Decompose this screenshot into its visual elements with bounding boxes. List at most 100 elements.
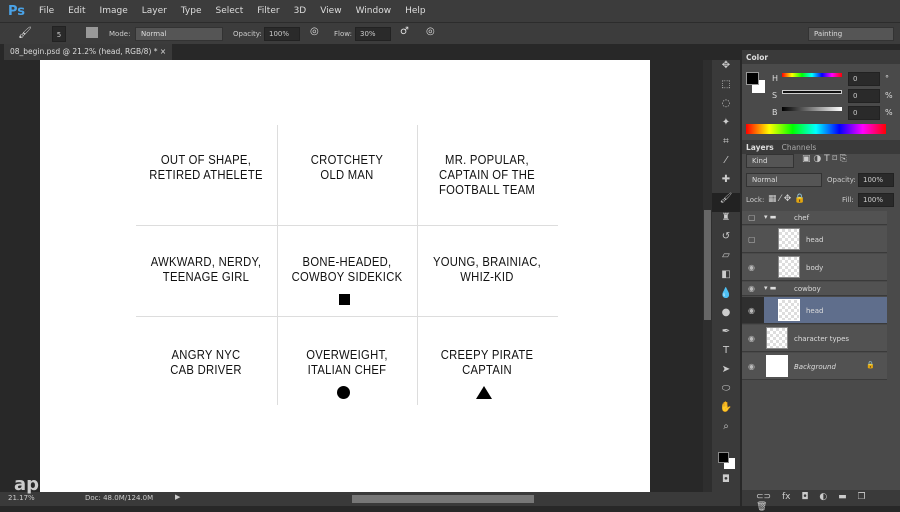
airbrush-icon[interactable]: ♂ bbox=[400, 26, 409, 37]
menu-file[interactable]: File bbox=[39, 6, 54, 16]
blend-mode-select[interactable]: Normal bbox=[746, 173, 822, 187]
lock-icons[interactable]: ▦ ⁄ ✥ 🔒 bbox=[768, 194, 805, 204]
visibility-off-icon[interactable]: ▢ bbox=[748, 213, 756, 222]
h-unit: ° bbox=[885, 74, 889, 83]
cell-football: MR. POPULAR, CAPTAIN OF THE FOOTBALL TEAM bbox=[424, 153, 550, 198]
tab-channels[interactable]: Channels bbox=[782, 143, 817, 152]
menu-image[interactable]: Image bbox=[100, 6, 128, 16]
s-field[interactable]: 0 bbox=[848, 89, 880, 103]
lasso-tool-icon[interactable]: ◌ bbox=[712, 98, 740, 117]
status-menu-arrow-icon[interactable]: ▶ bbox=[175, 493, 180, 501]
s-unit: % bbox=[885, 91, 893, 100]
eraser-tool-icon[interactable]: ▱ bbox=[712, 250, 740, 269]
menu-help[interactable]: Help bbox=[405, 6, 426, 16]
triangle-shape bbox=[476, 386, 492, 399]
pen-tool-icon[interactable]: ✒ bbox=[712, 326, 740, 345]
fill-field[interactable]: 100% bbox=[858, 193, 894, 207]
move-tool-icon[interactable]: ✥ bbox=[712, 60, 740, 79]
cell-text: CREEPY PIRATE bbox=[440, 348, 534, 362]
mask-icon[interactable]: ◘ bbox=[801, 492, 808, 502]
menu-layer[interactable]: Layer bbox=[142, 6, 167, 16]
trash-icon[interactable]: 🗑 bbox=[756, 502, 767, 512]
layer-chef-head[interactable]: ▢ head bbox=[742, 226, 887, 253]
menu-view[interactable]: View bbox=[320, 6, 341, 16]
link-layers-icon[interactable]: ⊂⊃ bbox=[756, 492, 771, 502]
menu-filter[interactable]: Filter bbox=[257, 6, 279, 16]
vertical-scrollbar[interactable] bbox=[703, 60, 712, 492]
eye-icon[interactable]: ◉ bbox=[748, 263, 755, 272]
cell-old-man: CROTCHETY OLD MAN bbox=[284, 153, 410, 183]
foreground-color-swatch[interactable] bbox=[718, 452, 729, 463]
hand-tool-icon[interactable]: ✋ bbox=[712, 402, 740, 421]
scroll-thumb[interactable] bbox=[704, 210, 711, 320]
crop-tool-icon[interactable]: ⌗ bbox=[712, 136, 740, 155]
gradient-tool-icon[interactable]: ◧ bbox=[712, 269, 740, 288]
eye-icon[interactable]: ◉ bbox=[748, 284, 755, 293]
opacity-field[interactable]: 100% bbox=[264, 27, 300, 41]
cell-cowboy: BONE-HEADED, COWBOY SIDEKICK bbox=[284, 255, 410, 285]
quick-mask-icon[interactable]: ◘ bbox=[712, 474, 740, 493]
eye-icon[interactable]: ◉ bbox=[748, 306, 755, 315]
menu-3d[interactable]: 3D bbox=[294, 6, 307, 16]
dodge-tool-icon[interactable]: ● bbox=[712, 307, 740, 326]
zoom-tool-icon[interactable]: ⌕ bbox=[712, 421, 740, 440]
brush-tool-icon[interactable]: 🖌 bbox=[18, 26, 32, 39]
layer-group-cowboy[interactable]: ◉ ▾ ▬ cowboy bbox=[742, 282, 887, 296]
eye-icon[interactable]: ◉ bbox=[748, 334, 755, 343]
color-panel-tab[interactable]: Color bbox=[742, 50, 900, 64]
hue-slider[interactable] bbox=[782, 73, 842, 77]
layer-thumbnail bbox=[766, 327, 788, 349]
b-label: B bbox=[772, 108, 778, 117]
brush-size-picker[interactable]: 5 bbox=[52, 26, 66, 42]
eyedropper-tool-icon[interactable]: ⁄ bbox=[712, 155, 740, 174]
menu-type[interactable]: Type bbox=[181, 6, 202, 16]
layer-chef-body[interactable]: ◉ body bbox=[742, 254, 887, 281]
menu-edit[interactable]: Edit bbox=[68, 6, 85, 16]
layer-cowboy-head[interactable]: ◉ head bbox=[742, 297, 887, 324]
eye-icon[interactable]: ◉ bbox=[748, 362, 755, 371]
layer-character-types[interactable]: ◉ character types bbox=[742, 325, 887, 352]
flow-field[interactable]: 30% bbox=[355, 27, 391, 41]
history-brush-tool-icon[interactable]: ↺ bbox=[712, 231, 740, 250]
new-group-icon[interactable]: ▬ bbox=[838, 492, 847, 502]
new-layer-icon[interactable]: ❐ bbox=[857, 492, 865, 502]
visibility-off-icon[interactable]: ▢ bbox=[748, 235, 756, 244]
marquee-tool-icon[interactable]: ⬚ bbox=[712, 79, 740, 98]
path-select-tool-icon[interactable]: ➤ bbox=[712, 364, 740, 383]
adjustment-icon[interactable]: ◐ bbox=[819, 492, 827, 502]
brightness-slider[interactable] bbox=[782, 107, 842, 111]
fx-icon[interactable]: fx bbox=[782, 492, 791, 502]
layer-group-chef[interactable]: ▢ ▾ ▬ chef bbox=[742, 211, 887, 225]
mode-select[interactable]: Normal bbox=[135, 27, 223, 41]
close-tab-icon[interactable]: × bbox=[160, 47, 166, 56]
zoom-level[interactable]: 21.17% bbox=[8, 494, 35, 502]
foreground-swatch[interactable] bbox=[746, 72, 759, 85]
blur-tool-icon[interactable]: 💧 bbox=[712, 288, 740, 307]
filter-icons[interactable]: ▣ ◑ T ⌑ ⎘ bbox=[802, 154, 847, 164]
type-tool-icon[interactable]: T bbox=[712, 345, 740, 364]
pressure-size-icon[interactable]: ◎ bbox=[426, 26, 435, 37]
healing-tool-icon[interactable]: ✚ bbox=[712, 174, 740, 193]
layer-filter-kind[interactable]: Kind bbox=[746, 154, 794, 168]
pressure-opacity-icon[interactable]: ◎ bbox=[310, 26, 319, 37]
menu-window[interactable]: Window bbox=[356, 6, 392, 16]
layer-opacity-field[interactable]: 100% bbox=[858, 173, 894, 187]
clone-stamp-tool-icon[interactable]: ♜ bbox=[712, 212, 740, 231]
h-field[interactable]: 0 bbox=[848, 72, 880, 86]
status-bar: 21.17% ap Doc: 48.0M/124.0M ▶ bbox=[0, 474, 712, 506]
shape-tool-icon[interactable]: ⬭ bbox=[712, 383, 740, 402]
saturation-slider[interactable] bbox=[782, 90, 842, 94]
brush-panel-icon[interactable] bbox=[86, 27, 98, 38]
document-tab[interactable]: 08_begin.psd @ 21.2% (head, RGB/8) * × bbox=[4, 44, 173, 60]
horizontal-scrollbar[interactable] bbox=[352, 495, 534, 503]
color-spectrum[interactable] bbox=[746, 124, 886, 134]
s-label: S bbox=[772, 91, 778, 100]
workspace-select[interactable]: Painting bbox=[808, 27, 894, 41]
tab-layers[interactable]: Layers bbox=[746, 143, 774, 152]
brush-tool-icon[interactable]: 🖌 bbox=[712, 193, 740, 212]
layer-background[interactable]: ◉ Background 🔒 bbox=[742, 353, 887, 380]
document-canvas[interactable]: OUT OF SHAPE, RETIRED ATHELETE CROTCHETY O… bbox=[40, 60, 650, 492]
menu-select[interactable]: Select bbox=[216, 6, 244, 16]
b-field[interactable]: 0 bbox=[848, 106, 880, 120]
quick-select-tool-icon[interactable]: ✦ bbox=[712, 117, 740, 136]
